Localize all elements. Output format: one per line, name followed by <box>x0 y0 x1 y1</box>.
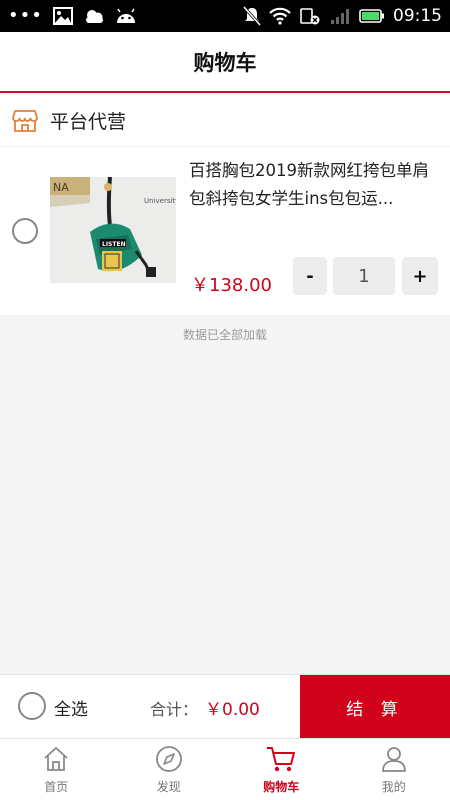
tab-label: 购物车 <box>263 780 300 794</box>
tab-cart[interactable]: 购物车 <box>225 739 338 800</box>
sign-text: NA <box>53 181 69 194</box>
quantity-input[interactable]: 1 <box>333 257 395 295</box>
quantity-decrease-button[interactable]: - <box>293 257 327 295</box>
image-notification-icon <box>52 7 73 25</box>
home-icon <box>41 744 71 774</box>
store-icon <box>12 109 38 133</box>
checkout-button[interactable]: 结 算 <box>300 675 450 739</box>
item-select-radio[interactable] <box>12 218 38 244</box>
tab-home[interactable]: 首页 <box>0 739 113 800</box>
total-amount: ￥0.00 <box>205 700 260 720</box>
more-dots-icon: ••• <box>8 5 43 26</box>
product-price: ￥138.00 <box>191 275 272 296</box>
total-label: 合计： <box>150 700 199 719</box>
sim-status-icon <box>299 7 321 25</box>
bottom-tab-bar: 首页 发现 购物车 我的 <box>0 738 450 800</box>
shop-header[interactable]: 平台代营 <box>0 95 450 147</box>
tab-label: 首页 <box>44 780 69 794</box>
mute-icon <box>243 6 261 26</box>
compass-icon <box>154 744 184 774</box>
tab-label: 发现 <box>156 780 181 794</box>
page-title: 购物车 <box>193 50 257 75</box>
select-all-radio[interactable] <box>18 692 46 720</box>
status-time: 09:15 <box>393 6 442 26</box>
android-icon <box>115 7 137 25</box>
tab-mine[interactable]: 我的 <box>338 739 450 800</box>
tab-discover[interactable]: 发现 <box>113 739 226 800</box>
battery-icon <box>359 8 385 24</box>
all-loaded-note: 数据已全部加载 <box>182 328 267 342</box>
bag-label-text: LISTEN <box>102 241 126 248</box>
shirt-text: University <box>144 197 176 205</box>
wifi-icon <box>269 7 291 25</box>
status-bar: ••• 09:15 <box>0 0 450 32</box>
tab-label: 我的 <box>381 780 406 794</box>
cart-icon <box>266 744 296 774</box>
user-icon <box>379 744 409 774</box>
page-header: 购物车 <box>0 32 450 93</box>
quantity-increase-button[interactable]: + <box>402 257 438 295</box>
cart-item[interactable]: NA University LISTEN 百搭胸包2019新款网红挎包单肩包斜挎… <box>0 147 450 315</box>
product-image[interactable]: NA University LISTEN <box>50 177 176 283</box>
cart-action-bar: 全选 合计： ￥0.00 结 算 <box>0 674 450 739</box>
signal-icon <box>329 7 351 25</box>
shop-name: 平台代营 <box>50 111 127 133</box>
product-title[interactable]: 百搭胸包2019新款网红挎包单肩包斜挎包女学生ins包包运... <box>189 157 439 213</box>
weather-cloud-icon <box>83 8 105 24</box>
select-all-label[interactable]: 全选 <box>54 695 88 720</box>
